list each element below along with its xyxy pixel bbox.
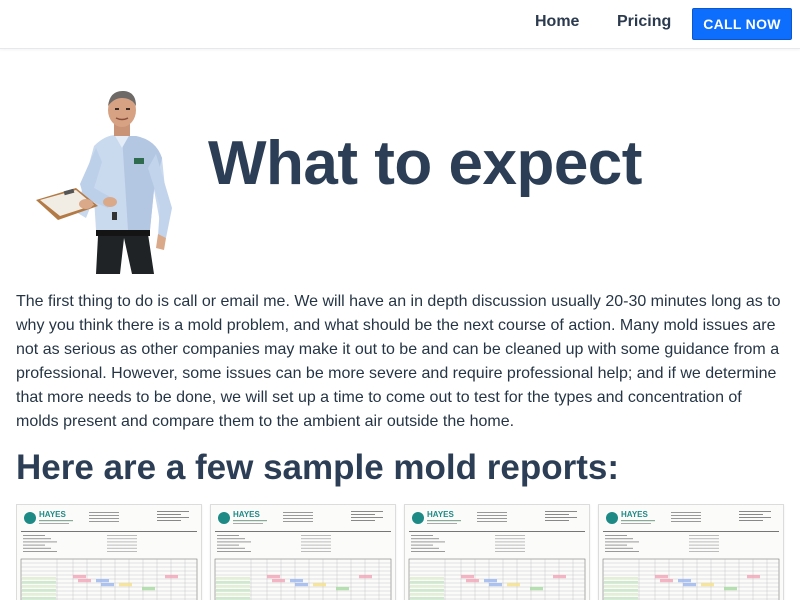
hayes-logo-mark: [606, 512, 618, 524]
sample-report-thumbnail[interactable]: HAYES: [404, 504, 590, 600]
intro-paragraph: The first thing to do is call or email m…: [16, 293, 781, 430]
hayes-logo-mark: [24, 512, 36, 524]
sample-reports-gallery: HAYES HAYES HAYES HAYES: [16, 504, 788, 600]
nav-pricing-link[interactable]: Pricing: [617, 13, 671, 31]
inspector-photo: [36, 88, 176, 274]
top-navbar: Home Pricing CALL NOW: [0, 0, 800, 49]
sample-report-thumbnail[interactable]: HAYES: [598, 504, 784, 600]
reports-heading: Here are a few sample mold reports:: [16, 448, 619, 487]
sample-report-thumbnail[interactable]: HAYES: [210, 504, 396, 600]
report-logo-text: HAYES: [39, 510, 66, 519]
call-now-button[interactable]: CALL NOW: [692, 8, 792, 40]
report-logo-text: HAYES: [233, 510, 260, 519]
report-logo-text: HAYES: [427, 510, 454, 519]
hayes-logo-mark: [218, 512, 230, 524]
sample-report-thumbnail[interactable]: HAYES: [16, 504, 202, 600]
nav-home-link[interactable]: Home: [535, 13, 579, 31]
hayes-logo-mark: [412, 512, 424, 524]
report-logo-text: HAYES: [621, 510, 648, 519]
page-title: What to expect: [208, 129, 642, 198]
